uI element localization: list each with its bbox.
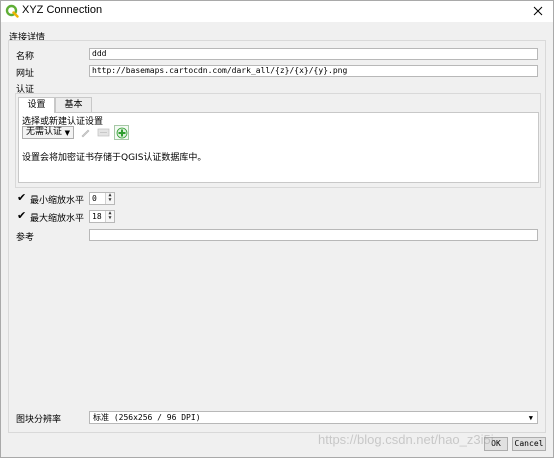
zoom-max-label: 最大缩放水平 [30, 214, 85, 224]
tile-resolution-select[interactable]: 标准 (256x256 / 96 DPI) ▼ [89, 411, 538, 424]
tab-settings[interactable]: 设置 [18, 97, 55, 113]
referer-input[interactable] [89, 229, 538, 241]
remove-config-icon [97, 128, 110, 137]
qgis-logo-icon [5, 4, 19, 18]
cancel-button[interactable]: Cancel [512, 437, 546, 451]
watermark-text: https://blog.csdn.net/hao_z3i5i [318, 432, 494, 447]
remove-config-button[interactable] [96, 125, 111, 140]
zoom-min-label: 最小缩放水平 [30, 196, 85, 206]
tile-resolution-value: 标准 (256x256 / 96 DPI) [93, 413, 201, 422]
plus-icon [116, 127, 127, 138]
name-label: 名称 [16, 52, 35, 62]
edit-config-button[interactable] [78, 125, 93, 140]
chevron-down-icon: ▼ [64, 129, 70, 137]
auth-info-text: 设置会将加密证书存储于QGIS认证数据库中。 [22, 153, 207, 163]
pencil-icon [81, 129, 90, 138]
zoom-min-checkbox[interactable]: ✔ [17, 192, 27, 203]
zoom-min-value: 0 [92, 194, 97, 203]
referer-label: 参考 [16, 233, 35, 243]
auth-config-value: 无需认证 [26, 127, 63, 137]
zoom-min-spinbox[interactable]: 0 ▲ ▼ [89, 192, 115, 205]
tab-basic[interactable]: 基本 [55, 97, 92, 112]
name-input[interactable]: ddd [89, 48, 538, 60]
spin-arrows-icon[interactable]: ▲ ▼ [105, 193, 114, 204]
close-icon [533, 6, 543, 16]
close-button[interactable] [522, 0, 554, 22]
url-label: 网址 [16, 69, 35, 79]
zoom-max-spinbox[interactable]: 18 ▲ ▼ [89, 210, 115, 223]
tile-resolution-label: 图块分辨率 [16, 415, 62, 425]
chevron-down-icon: ▼ [528, 414, 533, 422]
auth-config-select[interactable]: 无需认证 ▼ [22, 126, 74, 139]
spin-arrows-icon[interactable]: ▲ ▼ [105, 211, 114, 222]
zoom-max-checkbox[interactable]: ✔ [17, 210, 27, 221]
title-bar: XYZ Connection [0, 0, 554, 22]
add-config-button[interactable] [114, 125, 129, 140]
zoom-max-value: 18 [92, 212, 102, 221]
window-title: XYZ Connection [22, 4, 103, 16]
url-input[interactable]: http://basemaps.cartocdn.com/dark_all/{z… [89, 65, 538, 77]
